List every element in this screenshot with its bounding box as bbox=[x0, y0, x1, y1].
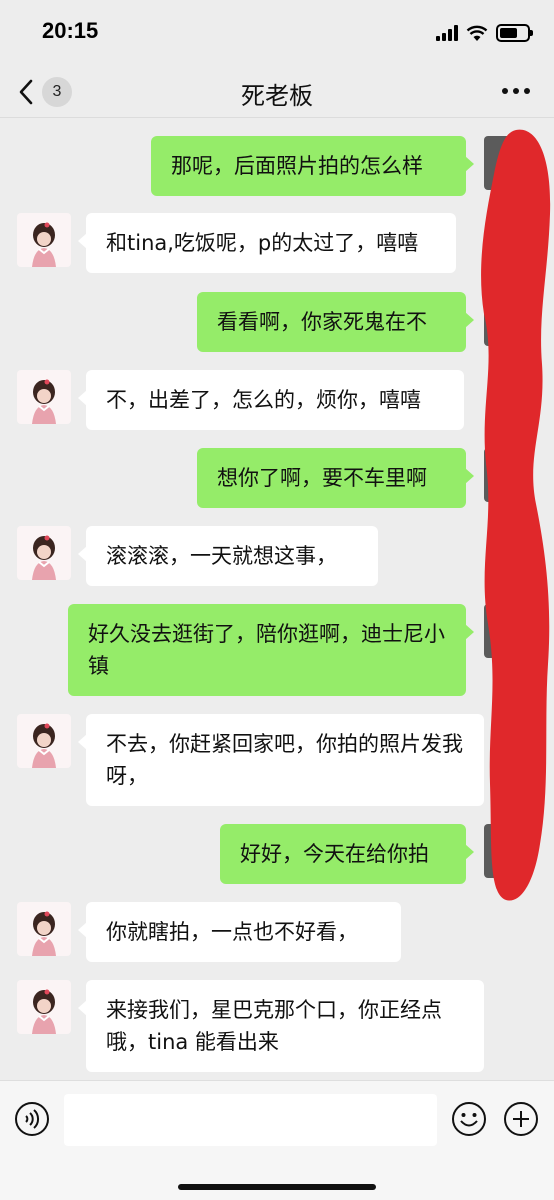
voice-button[interactable] bbox=[14, 1101, 50, 1137]
contact-avatar[interactable] bbox=[17, 714, 71, 768]
message-sent[interactable]: 好久没去逛街了，陪你逛啊，迪士尼小镇 bbox=[68, 604, 474, 696]
chat-header: 3 死老板 bbox=[0, 66, 554, 118]
more-dots-icon bbox=[502, 88, 530, 94]
status-bar: 20:15 bbox=[0, 0, 554, 66]
message-sent[interactable]: 好好，今天在给你拍 bbox=[220, 824, 474, 884]
message-received[interactable]: 和tina,吃饭呢，p的太过了，嘻嘻 bbox=[78, 213, 456, 273]
input-bar bbox=[0, 1080, 554, 1200]
emoji-button[interactable] bbox=[451, 1101, 487, 1137]
status-icons bbox=[436, 22, 533, 44]
chat-title: 死老板 bbox=[241, 82, 313, 110]
girl-avatar-icon bbox=[32, 379, 56, 424]
wifi-icon bbox=[466, 25, 488, 41]
contact-avatar[interactable] bbox=[17, 526, 71, 580]
girl-avatar-icon bbox=[32, 723, 56, 768]
message-sent[interactable]: 看看啊，你家死鬼在不 bbox=[197, 292, 474, 352]
message-input[interactable] bbox=[64, 1094, 437, 1146]
girl-avatar-icon bbox=[32, 222, 56, 267]
girl-avatar-icon bbox=[32, 911, 56, 956]
message-sent[interactable]: 想你了啊，要不车里啊 bbox=[197, 448, 474, 508]
message-received[interactable]: 你就瞎拍，一点也不好看， bbox=[78, 902, 401, 962]
battery-icon bbox=[496, 24, 533, 42]
plus-button[interactable] bbox=[503, 1101, 539, 1137]
message-received[interactable]: 滚滚滚，一天就想这事， bbox=[78, 526, 378, 586]
voice-icon bbox=[15, 1102, 49, 1136]
home-indicator[interactable] bbox=[178, 1184, 376, 1190]
message-received[interactable]: 不，出差了，怎么的，烦你，嘻嘻 bbox=[78, 370, 464, 430]
emoji-icon bbox=[452, 1102, 486, 1136]
status-time: 20:15 bbox=[42, 18, 99, 43]
girl-avatar-icon bbox=[32, 535, 56, 580]
message-received[interactable]: 来接我们，星巴克那个口，你正经点哦，tina 能看出来 bbox=[78, 980, 484, 1072]
message-sent[interactable]: 那呢，后面照片拍的怎么样 bbox=[151, 136, 474, 196]
girl-avatar-icon bbox=[32, 989, 56, 1034]
contact-avatar[interactable] bbox=[17, 370, 71, 424]
contact-avatar[interactable] bbox=[17, 980, 71, 1034]
plus-icon bbox=[504, 1102, 538, 1136]
contact-avatar[interactable] bbox=[17, 902, 71, 956]
redaction-mark bbox=[481, 129, 551, 901]
contact-avatar[interactable] bbox=[17, 213, 71, 267]
cellular-signal-icon bbox=[436, 25, 458, 41]
message-list[interactable]: 那呢，后面照片拍的怎么样 和tina,吃饭呢，p的太过了，嘻嘻 看看啊，你家死鬼… bbox=[0, 118, 554, 1080]
more-button[interactable] bbox=[500, 78, 532, 104]
message-received[interactable]: 不去，你赶紧回家吧，你拍的照片发我呀， bbox=[78, 714, 484, 806]
